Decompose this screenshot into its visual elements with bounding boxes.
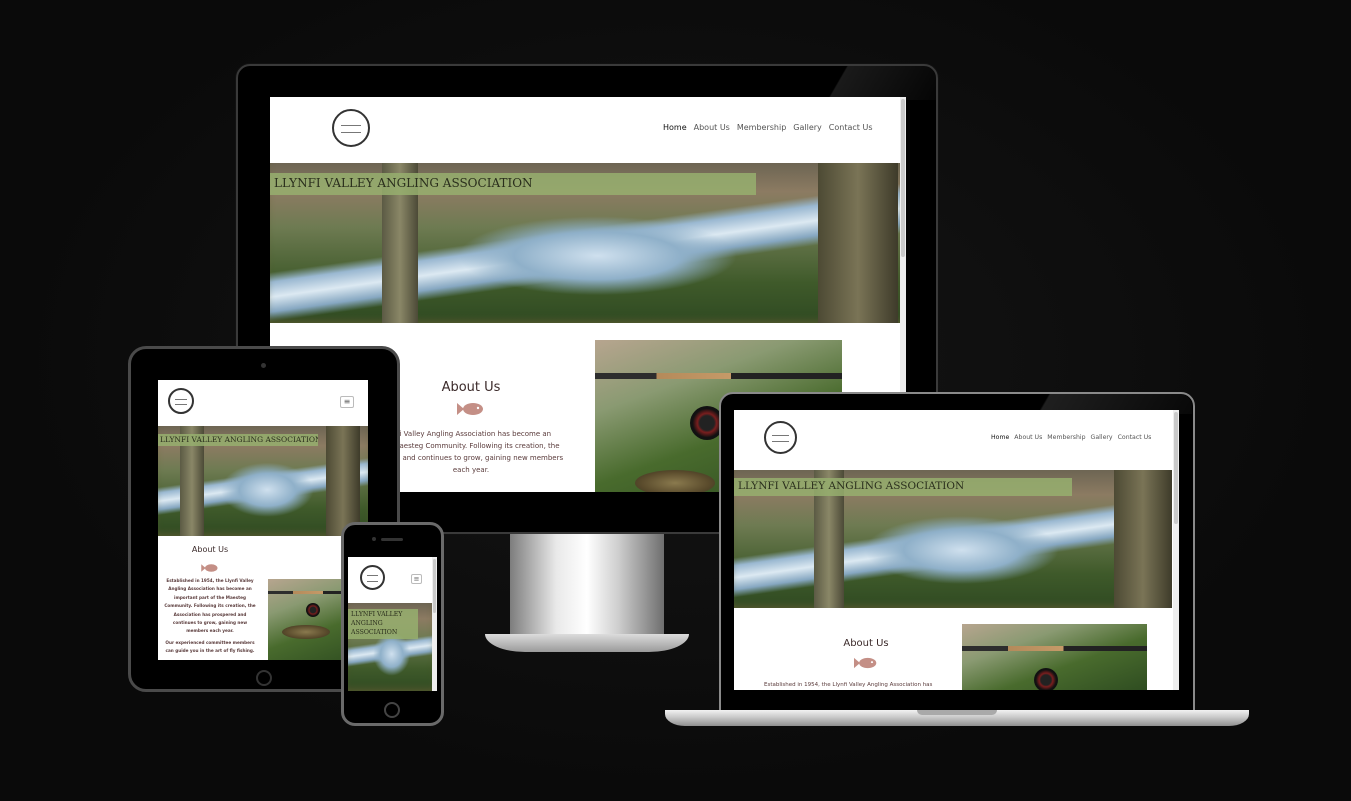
- nav-gallery[interactable]: Gallery: [793, 123, 822, 132]
- about-text-line: Established in 1954, the Llynfi Valley: [166, 578, 254, 583]
- desktop-stand: [510, 534, 664, 638]
- nav-gallery[interactable]: Gallery: [1091, 434, 1113, 441]
- phone-speaker: [381, 538, 403, 541]
- hero-image: LLYNFI VALLEY ANGLING ASSOCIATION: [734, 470, 1172, 608]
- hero-tree: [818, 163, 898, 323]
- about-text-line: continues to grow, gaining new: [172, 620, 248, 626]
- about-text-line: members each year.: [186, 628, 234, 634]
- hero-title: LLYNFI VALLEY ANGLING ASSOCIATION: [734, 478, 1072, 496]
- hero-image: LLYNFI VALLEY ANGLING ASSOCIATION: [348, 603, 432, 691]
- phone-camera: [372, 537, 376, 541]
- fish-icon: [201, 558, 219, 577]
- desktop-glare: [800, 66, 936, 100]
- about-section: About Us Established in 1954, the Llynfi…: [764, 638, 932, 690]
- hero-title: LLYNFI VALLEY ANGLING ASSOCIATION: [348, 609, 418, 639]
- about-text-line: Established in 1954, the Llynfi Valley A…: [764, 682, 933, 688]
- trout: [635, 470, 715, 492]
- nav-about-us[interactable]: About Us: [694, 123, 730, 132]
- about-text-line: Our experienced committee members: [165, 639, 255, 645]
- desktop-navbar: Home About Us Membership Gallery Contact…: [270, 97, 906, 161]
- fishing-photo: [962, 624, 1147, 690]
- phone-screen: ≡ LLYNFI VALLEY ANGLING ASSOCIATION: [348, 557, 437, 691]
- hero-tree: [1114, 470, 1172, 608]
- fishing-reel: [1034, 668, 1058, 690]
- hero-tree: [326, 426, 360, 536]
- nav-contact-us[interactable]: Contact Us: [829, 123, 873, 132]
- tablet-camera: [261, 363, 266, 368]
- hamburger-icon[interactable]: ≡: [411, 574, 422, 584]
- laptop-screen: Home About Us Membership Gallery Contact…: [734, 410, 1179, 690]
- site-logo[interactable]: [332, 109, 370, 147]
- hero-image: LLYNFI VALLEY ANGLING ASSOCIATION: [270, 163, 900, 323]
- about-text-line: pered and continues to grow, gaining new…: [380, 454, 564, 462]
- tablet-home-button[interactable]: [256, 670, 272, 686]
- about-section: About Us Established in 1954, the Llynfi…: [164, 545, 256, 656]
- hero-title: LLYNFI VALLEY ANGLING ASSOCIATION: [270, 173, 756, 195]
- site-logo[interactable]: [764, 421, 797, 454]
- mockup-stage: Home About Us Membership Gallery Contact…: [0, 0, 1351, 801]
- fishing-reel: [306, 603, 320, 617]
- nav-membership[interactable]: Membership: [737, 123, 786, 132]
- tablet-navbar: ≡: [158, 380, 368, 424]
- about-heading: About Us: [843, 638, 889, 649]
- fish-icon: [457, 401, 485, 422]
- laptop-trackpad-notch: [917, 710, 997, 715]
- phone-scrollbar[interactable]: [432, 557, 437, 691]
- laptop-navbar: Home About Us Membership Gallery Contact…: [734, 410, 1179, 468]
- hero-title-line: ANGLING: [351, 620, 383, 627]
- about-text-line: can guide you in the art of fly fishing.: [165, 648, 255, 654]
- laptop-nav-links: Home About Us Membership Gallery Contact…: [991, 434, 1151, 441]
- about-text-line: Association has prospered and: [173, 611, 247, 617]
- desktop-nav-links: Home About Us Membership Gallery Contact…: [663, 123, 873, 132]
- about-text-line: important part of the Maesteg: [174, 594, 246, 600]
- about-text-line: each year.: [452, 466, 490, 474]
- hero-title-line: LLYNFI VALLEY: [351, 611, 403, 618]
- about-heading: About Us: [441, 380, 501, 395]
- trout: [282, 625, 330, 639]
- about-text-line: Angling Association has become an: [168, 586, 252, 592]
- about-section: About Us the Llynfi Valley Angling Assoc…: [369, 380, 564, 476]
- nav-about-us[interactable]: About Us: [1014, 434, 1042, 441]
- hero-title: LLYNFI VALLEY ANGLING ASSOCIATION: [158, 434, 318, 446]
- phone-navbar: ≡: [348, 557, 437, 601]
- hamburger-icon[interactable]: ≡: [340, 396, 354, 408]
- site-logo[interactable]: [360, 565, 385, 590]
- site-logo[interactable]: [168, 388, 194, 414]
- desktop-stand-base: [485, 634, 689, 652]
- nav-membership[interactable]: Membership: [1047, 434, 1085, 441]
- fishing-rod: [962, 646, 1147, 651]
- phone-home-button[interactable]: [384, 702, 400, 718]
- hero-image: LLYNFI VALLEY ANGLING ASSOCIATION: [158, 426, 368, 536]
- fish-icon: [854, 655, 878, 674]
- hero-title-line: ASSOCIATION: [351, 629, 398, 636]
- fishing-rod: [595, 373, 842, 379]
- about-text-line: he Maesteg Community. Following its crea…: [382, 442, 560, 450]
- laptop-scrollbar[interactable]: [1173, 410, 1179, 690]
- nav-home[interactable]: Home: [991, 434, 1009, 441]
- tablet-screen: ≡ LLYNFI VALLEY ANGLING ASSOCIATION Abou…: [158, 380, 368, 660]
- about-heading: About Us: [191, 545, 229, 554]
- about-text-line: Community. Following its creation, the: [164, 603, 256, 609]
- nav-home[interactable]: Home: [663, 123, 687, 132]
- nav-contact-us[interactable]: Contact Us: [1118, 434, 1152, 441]
